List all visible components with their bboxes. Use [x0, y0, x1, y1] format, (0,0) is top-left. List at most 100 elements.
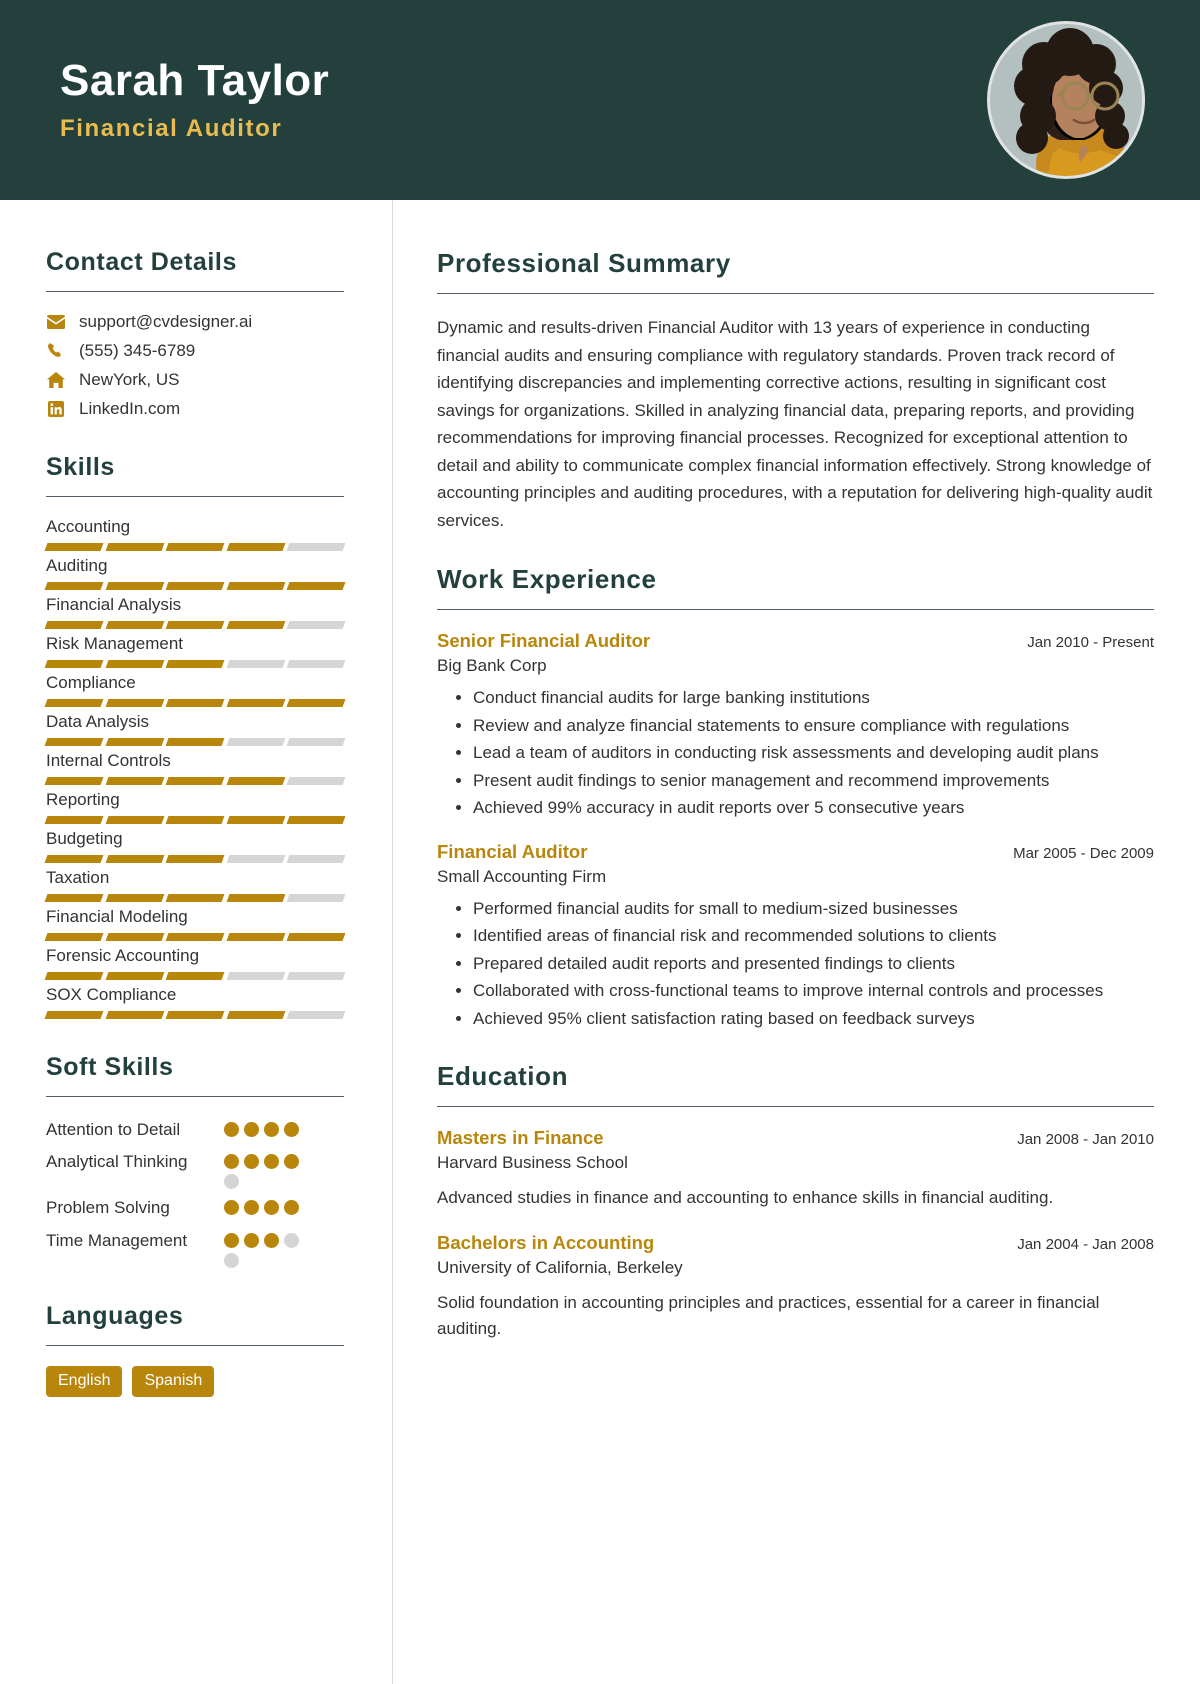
- skill-bar-segment: [286, 972, 346, 980]
- skill-label: Forensic Accounting: [46, 946, 200, 965]
- skill-bar-segment: [165, 894, 225, 902]
- skill-bar-segment: [44, 894, 104, 902]
- entry-title: Financial Auditor: [437, 840, 588, 862]
- skill-bar-segment: [165, 777, 225, 785]
- skill-bar-segment: [44, 543, 104, 551]
- rating-dot: [264, 1122, 279, 1137]
- entry-organization: University of California, Berkeley: [437, 1257, 683, 1277]
- entry-title: Senior Financial Auditor: [437, 630, 651, 652]
- contact-item-email[interactable]: support@cvdesigner.ai: [46, 312, 344, 332]
- skill-bar-segment: [44, 582, 104, 590]
- skill-label: Internal Controls: [46, 751, 171, 770]
- contact-linkedin-value: LinkedIn.com: [79, 399, 181, 418]
- skill-bar-segment: [105, 660, 164, 668]
- skill-level-bar: [44, 660, 346, 668]
- skill-bar-segment: [226, 894, 285, 902]
- skill-bar-segment: [286, 738, 346, 746]
- phone-icon: [46, 341, 66, 361]
- contact-phone-value: (555) 345-6789: [79, 341, 196, 360]
- section-title: Professional Summary: [437, 248, 731, 278]
- skill-bar-segment: [165, 699, 225, 707]
- skill-item: Data Analysis: [44, 712, 346, 746]
- section-skills: Skills Accounting Auditing Financial Analy…: [44, 453, 346, 1019]
- contact-item-phone[interactable]: (555) 345-6789: [46, 341, 344, 361]
- entry-bullet: Achieved 95% client satisfaction rating …: [473, 1006, 1154, 1032]
- skill-level-bar: [44, 699, 346, 707]
- contact-email-value: support@cvdesigner.ai: [79, 312, 253, 331]
- entry-bullet: Collaborated with cross-functional teams…: [473, 978, 1154, 1004]
- education-entry-list: Masters in Finance Jan 2008 - Jan 2010 Har…: [437, 1127, 1154, 1342]
- skill-label: Financial Analysis: [46, 595, 182, 614]
- skill-level-bar: [44, 1011, 346, 1019]
- header-text-block: Sarah Taylor Financial Auditor: [60, 56, 329, 143]
- rating-dot: [224, 1122, 239, 1137]
- skill-bar-segment: [165, 543, 225, 551]
- entry-description: Advanced studies in finance and accounti…: [437, 1188, 1054, 1208]
- resume-entry: Financial Auditor Mar 2005 - Dec 2009 Smal…: [437, 841, 1154, 1032]
- summary-text: Dynamic and results-driven Financial Aud…: [437, 318, 1153, 530]
- entry-header: Senior Financial Auditor Jan 2010 - Prese…: [437, 630, 1154, 652]
- skill-bar-segment: [165, 621, 225, 629]
- resume-entry: Bachelors in Accounting Jan 2004 - Jan 20…: [437, 1232, 1154, 1343]
- skill-bar-segment: [286, 699, 346, 707]
- skill-bar-segment: [286, 621, 346, 629]
- skill-bar-segment: [226, 933, 285, 941]
- skill-bar-segment: [165, 582, 225, 590]
- entry-bullet: Identified areas of financial risk and r…: [473, 923, 1154, 949]
- skill-label: Financial Modeling: [46, 907, 188, 926]
- skill-label: Compliance: [46, 673, 136, 692]
- contact-item-location[interactable]: NewYork, US: [46, 370, 344, 390]
- rating-dot: [264, 1154, 279, 1170]
- skill-item: Financial Analysis: [44, 595, 346, 629]
- section-divider: [46, 291, 344, 292]
- skill-item: Taxation: [44, 868, 346, 902]
- section-divider: [437, 1106, 1154, 1108]
- section-education: Education Masters in Finance Jan 2008 - J…: [437, 1061, 1154, 1342]
- skill-bar-segment: [44, 933, 104, 941]
- entry-date: Mar 2005 - Dec 2009: [1013, 844, 1154, 862]
- resume-entry: Senior Financial Auditor Jan 2010 - Prese…: [437, 630, 1154, 821]
- soft-skill-label: Problem Solving: [46, 1198, 170, 1218]
- skill-level-bar: [44, 855, 346, 863]
- skill-bar-segment: [105, 1011, 164, 1019]
- skill-bar-segment: [165, 660, 225, 668]
- section-divider: [46, 1096, 344, 1097]
- skill-item: Compliance: [44, 673, 346, 707]
- skill-item: Forensic Accounting: [44, 946, 346, 980]
- skill-item: Accounting: [44, 517, 346, 551]
- skill-level-bar: [44, 972, 346, 980]
- section-soft-skills: Soft Skills Attention to Detail Analytica…: [46, 1053, 344, 1268]
- skill-bar-segment: [286, 1011, 346, 1019]
- skill-bar-segment: [44, 621, 104, 629]
- home-icon: [46, 370, 66, 390]
- contact-item-linkedin[interactable]: LinkedIn.com: [46, 399, 344, 419]
- soft-skill-label: Analytical Thinking: [46, 1152, 188, 1172]
- skill-bar-segment: [165, 816, 225, 824]
- rating-dot: [244, 1232, 259, 1248]
- skill-bar-segment: [44, 855, 104, 863]
- work-entry-list: Senior Financial Auditor Jan 2010 - Prese…: [437, 630, 1154, 1031]
- soft-skill-item: Time Management: [46, 1228, 344, 1268]
- skill-bar-segment: [105, 699, 164, 707]
- main-column: Professional Summary Dynamic and results…: [393, 200, 1200, 1684]
- entry-title: Bachelors in Accounting: [437, 1231, 655, 1253]
- skill-label: Risk Management: [46, 634, 184, 653]
- skill-level-bar: [44, 738, 346, 746]
- skill-bar-segment: [165, 972, 225, 980]
- entry-title: Masters in Finance: [437, 1127, 604, 1149]
- section-divider: [46, 1344, 344, 1346]
- skill-level-bar: [44, 894, 346, 902]
- skill-level-bar: [44, 777, 346, 785]
- skill-bar-segment: [226, 972, 285, 980]
- contact-list: support@cvdesigner.ai (555) 345-6789 New…: [46, 312, 344, 419]
- rating-dot: [284, 1122, 299, 1137]
- rating-dot: [244, 1200, 259, 1216]
- skill-bar-segment: [286, 933, 346, 941]
- skill-bar-segment: [286, 543, 346, 551]
- section-divider: [437, 609, 1154, 611]
- skill-bar-segment: [165, 855, 225, 863]
- entry-header: Bachelors in Accounting Jan 2004 - Jan 20…: [437, 1232, 1154, 1254]
- resume-page: Sarah Taylor Financial Auditor Contact D…: [0, 0, 1200, 1684]
- rating-dot: [224, 1252, 239, 1268]
- soft-skill-item: Attention to Detail: [46, 1117, 344, 1143]
